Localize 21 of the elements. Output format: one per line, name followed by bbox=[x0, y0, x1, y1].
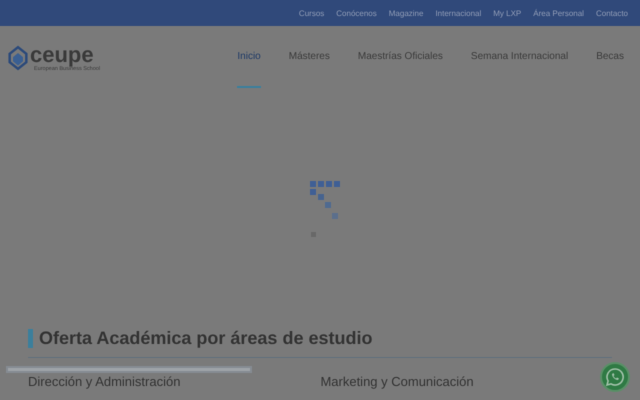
top-link[interactable]: Internacional bbox=[435, 8, 482, 18]
top-link[interactable]: Área Personal bbox=[533, 8, 584, 18]
chat-button[interactable] bbox=[600, 362, 630, 392]
top-link[interactable]: Contacto bbox=[596, 8, 628, 18]
top-link[interactable]: Magazine bbox=[388, 8, 424, 18]
logo-name: ceupe bbox=[30, 44, 94, 66]
title-accent-bar bbox=[28, 329, 33, 348]
loading-spinner-icon bbox=[310, 181, 340, 237]
top-link[interactable]: Cursos bbox=[298, 8, 324, 18]
section-title: Oferta Académica por áreas de estudio bbox=[39, 328, 372, 349]
nav-tab[interactable]: Másteres bbox=[288, 26, 330, 88]
area-link[interactable]: Dirección y Administración bbox=[28, 374, 180, 389]
chat-bubble-icon bbox=[605, 367, 625, 387]
logo-icon bbox=[8, 44, 28, 72]
nav-tab[interactable]: Becas bbox=[596, 26, 624, 88]
nav-tab[interactable]: Semana Internacional bbox=[470, 26, 568, 88]
top-link[interactable]: Conócenos bbox=[336, 8, 377, 18]
nav-tab[interactable]: Inicio bbox=[237, 26, 261, 88]
top-link[interactable]: My LXP bbox=[493, 8, 522, 18]
area-link[interactable]: Marketing y Comunicación bbox=[320, 374, 474, 389]
nav-tab[interactable]: Maestrías Oficiales bbox=[358, 26, 443, 88]
